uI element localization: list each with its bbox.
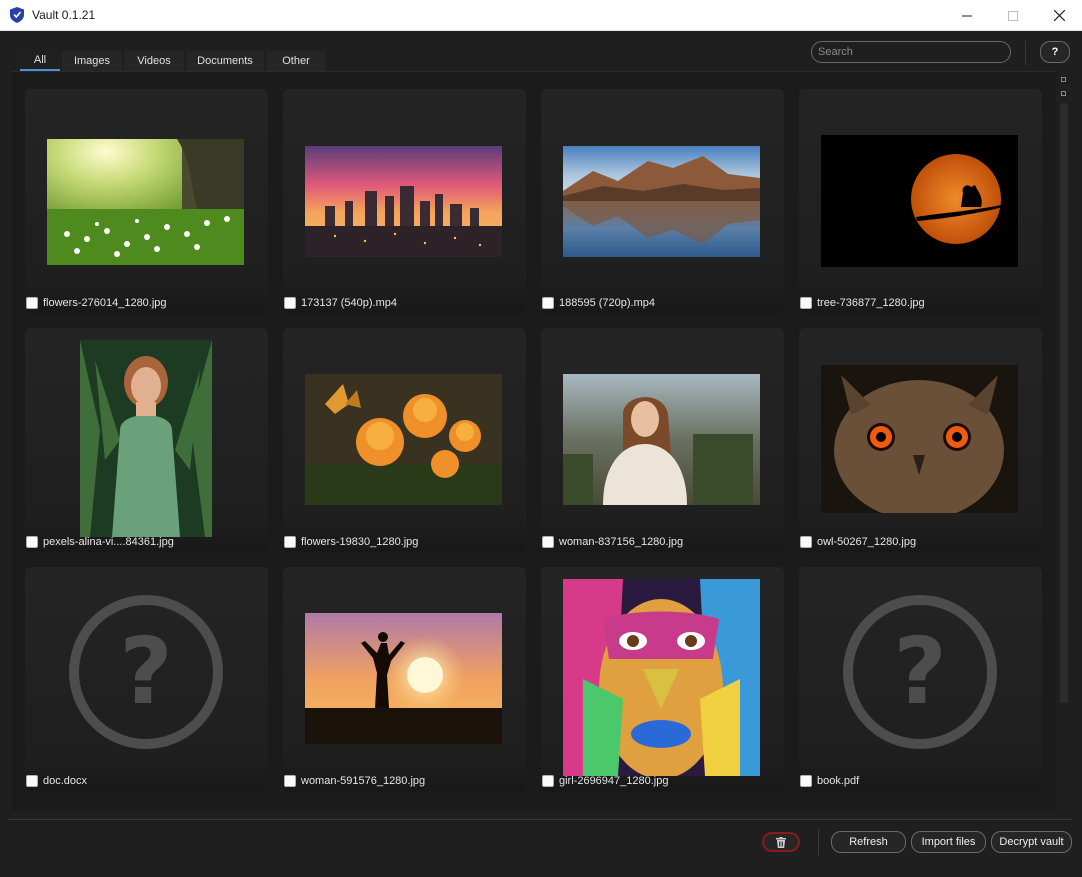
tab-videos[interactable]: Videos: [124, 51, 184, 71]
scroll-up-icon[interactable]: [1061, 77, 1066, 82]
video-thumbnail: [305, 146, 502, 257]
tab-documents[interactable]: Documents: [186, 51, 264, 71]
import-files-button[interactable]: Import files: [911, 831, 986, 853]
bottom-divider: [8, 819, 1072, 820]
image-thumbnail: [305, 374, 502, 505]
file-card[interactable]: ? doc.docx: [25, 567, 268, 792]
title-bar: Vault 0.1.21: [0, 0, 1082, 31]
file-card[interactable]: 188595 (720p).mp4: [541, 89, 784, 314]
file-name: pexels-alina-vi....84361.jpg: [43, 536, 174, 548]
image-thumbnail: [563, 374, 760, 505]
file-checkbox[interactable]: [800, 775, 812, 787]
file-checkbox[interactable]: [800, 536, 812, 548]
file-name: owl-50267_1280.jpg: [817, 536, 917, 548]
refresh-button[interactable]: Refresh: [831, 831, 906, 853]
file-name: doc.docx: [43, 775, 88, 787]
file-checkbox[interactable]: [26, 536, 38, 548]
file-checkbox[interactable]: [542, 297, 554, 309]
image-thumbnail: [80, 340, 212, 537]
minimize-button[interactable]: [944, 0, 990, 31]
action-divider: [818, 829, 819, 855]
file-name: book.pdf: [817, 775, 860, 787]
file-name: flowers-19830_1280.jpg: [301, 536, 419, 548]
file-checkbox[interactable]: [800, 297, 812, 309]
image-thumbnail: [305, 613, 502, 744]
file-card[interactable]: woman-591576_1280.jpg: [283, 567, 526, 792]
file-name: 173137 (540p).mp4: [301, 297, 398, 309]
maximize-icon: [1008, 10, 1018, 21]
toolbar-divider: [1025, 41, 1026, 65]
file-name: woman-591576_1280.jpg: [301, 775, 426, 787]
search-input[interactable]: [811, 41, 1011, 63]
scroll-down-icon[interactable]: [1061, 91, 1066, 96]
file-checkbox[interactable]: [542, 536, 554, 548]
scroll-thumb[interactable]: [1060, 103, 1068, 703]
file-card[interactable]: ? book.pdf: [799, 567, 1042, 792]
video-thumbnail: [563, 146, 760, 257]
file-card[interactable]: 173137 (540p).mp4: [283, 89, 526, 314]
image-thumbnail: [821, 365, 1018, 513]
decrypt-vault-button[interactable]: Decrypt vault: [991, 831, 1072, 853]
file-card[interactable]: pexels-alina-vi....84361.jpg: [25, 328, 268, 553]
file-name: girl-2696947_1280.jpg: [559, 775, 669, 787]
file-card[interactable]: tree-736877_1280.jpg: [799, 89, 1042, 314]
window-title: Vault 0.1.21: [32, 8, 96, 22]
file-checkbox[interactable]: [542, 775, 554, 787]
file-grid: flowers-276014_1280.jpg 173137 (540p).mp…: [12, 71, 1056, 811]
file-checkbox[interactable]: [284, 775, 296, 787]
shield-icon: [10, 7, 24, 23]
file-checkbox[interactable]: [26, 775, 38, 787]
file-name: flowers-276014_1280.jpg: [43, 297, 167, 309]
image-thumbnail: [47, 139, 244, 265]
image-thumbnail: [563, 579, 760, 776]
grid-scrollbar[interactable]: [1058, 71, 1070, 811]
tab-images[interactable]: Images: [62, 51, 122, 71]
tab-all[interactable]: All: [20, 51, 60, 71]
close-icon: [1053, 10, 1065, 21]
delete-button[interactable]: [762, 832, 800, 852]
file-checkbox[interactable]: [284, 297, 296, 309]
file-checkbox[interactable]: [284, 536, 296, 548]
file-name: woman-837156_1280.jpg: [559, 536, 684, 548]
tab-other[interactable]: Other: [266, 51, 326, 71]
unknown-file-icon: ?: [843, 595, 997, 749]
file-card[interactable]: girl-2696947_1280.jpg: [541, 567, 784, 792]
file-checkbox[interactable]: [26, 297, 38, 309]
filter-tabs: All Images Videos Documents Other: [20, 51, 326, 71]
file-name: tree-736877_1280.jpg: [817, 297, 925, 309]
minimize-icon: [962, 15, 972, 16]
image-thumbnail: [821, 135, 1018, 267]
close-button[interactable]: [1036, 0, 1082, 31]
file-name: 188595 (720p).mp4: [559, 297, 656, 309]
file-card[interactable]: flowers-19830_1280.jpg: [283, 328, 526, 553]
trash-icon: [776, 836, 786, 848]
file-card[interactable]: flowers-276014_1280.jpg: [25, 89, 268, 314]
main-area: All Images Videos Documents Other ?: [0, 31, 1082, 877]
file-card[interactable]: owl-50267_1280.jpg: [799, 328, 1042, 553]
maximize-button[interactable]: [990, 0, 1036, 31]
file-card[interactable]: woman-837156_1280.jpg: [541, 328, 784, 553]
unknown-file-icon: ?: [69, 595, 223, 749]
help-button[interactable]: ?: [1040, 41, 1070, 63]
